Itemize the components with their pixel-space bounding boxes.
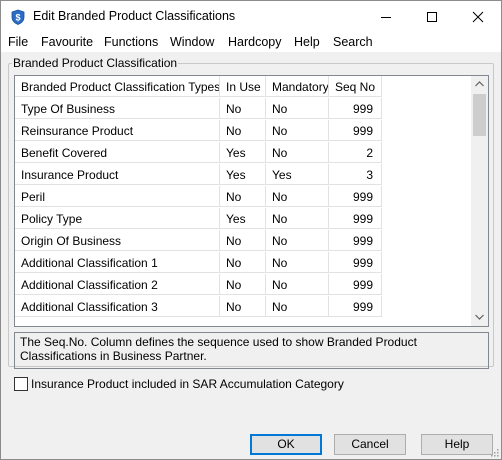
cell-mandatory[interactable]: No (266, 230, 329, 251)
help-button[interactable]: Help (421, 434, 493, 455)
group-label: Branded Product Classification (12, 56, 179, 70)
cell-type[interactable]: Insurance Product (15, 164, 220, 185)
maximize-button[interactable] (409, 1, 455, 32)
table-row[interactable]: Reinsurance Product No No 999 (15, 120, 471, 142)
table-row[interactable]: Insurance Product Yes Yes 3 (15, 164, 471, 186)
dialog-window: $ Edit Branded Product Classifications F… (0, 0, 502, 460)
cell-mandatory[interactable]: No (266, 186, 329, 207)
scroll-thumb[interactable] (473, 94, 486, 136)
table-row[interactable]: Origin Of Business No No 999 (15, 230, 471, 252)
cell-type[interactable]: Origin Of Business (15, 230, 220, 251)
menu-hardcopy[interactable]: Hardcopy (228, 35, 282, 49)
cell-mandatory[interactable]: No (266, 296, 329, 317)
scroll-up-button[interactable] (471, 76, 488, 93)
cell-in-use[interactable]: No (220, 98, 266, 119)
menu-bar: File Favourite Functions Window Hardcopy… (1, 32, 501, 52)
column-header-type[interactable]: Branded Product Classification Types (15, 76, 220, 97)
minimize-icon (381, 17, 391, 18)
table-row[interactable]: Additional Classification 2 No No 999 (15, 274, 471, 296)
cell-mandatory[interactable]: No (266, 142, 329, 163)
minimize-button[interactable] (363, 1, 409, 32)
cell-mandatory[interactable]: No (266, 120, 329, 141)
cell-type[interactable]: Additional Classification 3 (15, 296, 220, 317)
cell-seq-no[interactable]: 999 (329, 120, 382, 141)
table-row[interactable]: Peril No No 999 (15, 186, 471, 208)
cell-seq-no[interactable]: 999 (329, 274, 382, 295)
cell-mandatory[interactable]: Yes (266, 164, 329, 185)
chevron-down-icon (475, 314, 484, 320)
cell-type[interactable]: Type Of Business (15, 98, 220, 119)
table-row[interactable]: Additional Classification 1 No No 999 (15, 252, 471, 274)
sar-accumulation-label[interactable]: Insurance Product included in SAR Accumu… (31, 377, 344, 391)
cell-type[interactable]: Policy Type (15, 208, 220, 229)
cell-in-use[interactable]: Yes (220, 208, 266, 229)
cell-mandatory[interactable]: No (266, 208, 329, 229)
grid-vertical-scrollbar[interactable] (471, 76, 488, 326)
cell-seq-no[interactable]: 999 (329, 252, 382, 273)
cell-mandatory[interactable]: No (266, 98, 329, 119)
menu-search[interactable]: Search (333, 35, 373, 49)
svg-text:$: $ (15, 13, 20, 23)
resize-grip-icon[interactable] (489, 447, 499, 457)
cell-in-use[interactable]: No (220, 120, 266, 141)
cell-in-use[interactable]: No (220, 230, 266, 251)
cell-type[interactable]: Reinsurance Product (15, 120, 220, 141)
menu-help[interactable]: Help (294, 35, 320, 49)
cancel-button[interactable]: Cancel (334, 434, 406, 455)
cell-type[interactable]: Additional Classification 1 (15, 252, 220, 273)
table-row[interactable]: Policy Type Yes No 999 (15, 208, 471, 230)
scroll-down-button[interactable] (471, 309, 488, 326)
ok-button[interactable]: OK (250, 434, 322, 455)
cell-in-use[interactable]: No (220, 296, 266, 317)
maximize-icon (427, 12, 437, 22)
cell-seq-no[interactable]: 999 (329, 230, 382, 251)
menu-file[interactable]: File (8, 35, 28, 49)
menu-window[interactable]: Window (170, 35, 214, 49)
cell-in-use[interactable]: No (220, 274, 266, 295)
table-row[interactable]: Additional Classification 3 No No 999 (15, 296, 471, 318)
cell-type[interactable]: Peril (15, 186, 220, 207)
close-button[interactable] (455, 1, 501, 32)
grid-header-row: Branded Product Classification Types In … (15, 76, 471, 98)
chevron-up-icon (475, 81, 484, 87)
cell-in-use[interactable]: Yes (220, 142, 266, 163)
cell-in-use[interactable]: Yes (220, 164, 266, 185)
cell-type[interactable]: Benefit Covered (15, 142, 220, 163)
cell-seq-no[interactable]: 999 (329, 296, 382, 317)
cell-seq-no[interactable]: 3 (329, 164, 382, 185)
cell-seq-no[interactable]: 2 (329, 142, 382, 163)
column-header-in-use[interactable]: In Use (220, 76, 266, 97)
menu-favourite[interactable]: Favourite (41, 35, 93, 49)
column-header-mandatory[interactable]: Mandatory (266, 76, 329, 97)
classification-grid: Branded Product Classification Types In … (14, 75, 489, 327)
cell-type[interactable]: Additional Classification 2 (15, 274, 220, 295)
cell-mandatory[interactable]: No (266, 274, 329, 295)
title-bar[interactable]: $ Edit Branded Product Classifications (1, 1, 501, 32)
sar-accumulation-checkbox[interactable] (14, 377, 28, 391)
table-row[interactable]: Benefit Covered Yes No 2 (15, 142, 471, 164)
cell-seq-no[interactable]: 999 (329, 208, 382, 229)
info-description: The Seq.No. Column defines the sequence … (14, 332, 489, 369)
app-shield-icon: $ (10, 9, 26, 25)
close-icon (472, 11, 484, 23)
cell-seq-no[interactable]: 999 (329, 98, 382, 119)
table-row[interactable]: Type Of Business No No 999 (15, 98, 471, 120)
cell-seq-no[interactable]: 999 (329, 186, 382, 207)
cell-mandatory[interactable]: No (266, 252, 329, 273)
window-title: Edit Branded Product Classifications (33, 9, 236, 23)
menu-functions[interactable]: Functions (104, 35, 158, 49)
cell-in-use[interactable]: No (220, 186, 266, 207)
cell-in-use[interactable]: No (220, 252, 266, 273)
column-header-seq-no[interactable]: Seq No (329, 76, 382, 97)
